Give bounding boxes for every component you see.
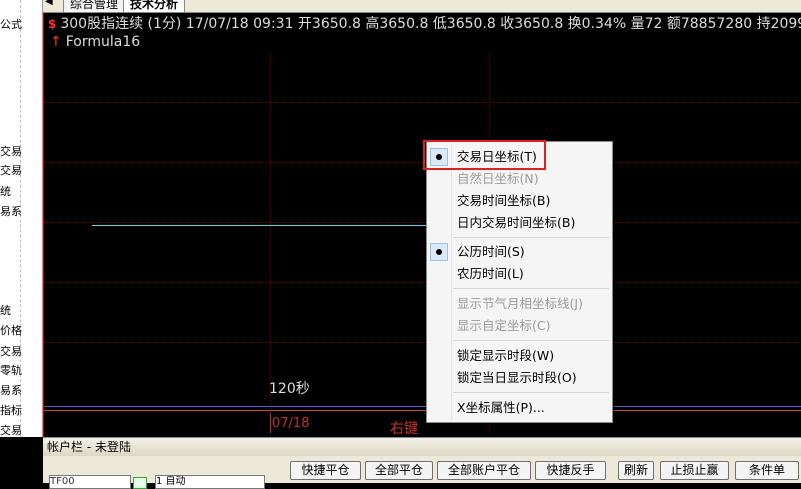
axis-line bbox=[44, 410, 801, 411]
menu-item-solar-term-lines[interactable]: 显示节气月相坐标线(J) bbox=[427, 294, 612, 314]
check-dot-icon bbox=[430, 243, 448, 261]
menu-item-lock-today-period[interactable]: 锁定当日显示时段(O) bbox=[427, 368, 612, 388]
grid-line bbox=[44, 102, 801, 103]
left-panel-item[interactable]: 统 bbox=[0, 183, 11, 199]
formula-name: Formula16 bbox=[65, 34, 141, 50]
account-panel-title: 帐户栏 - 未登陆 bbox=[43, 438, 801, 456]
menu-item-lunar-time[interactable]: 农历时间(L) bbox=[427, 264, 612, 284]
left-panel-item[interactable]: 易系 bbox=[0, 382, 22, 398]
tab-scroll-arrow-icon[interactable]: ◀ bbox=[45, 0, 53, 7]
menu-separator bbox=[453, 392, 609, 393]
left-panel-item[interactable]: 统 bbox=[0, 302, 11, 318]
close-all-button[interactable]: 全部平仓 bbox=[365, 461, 433, 480]
right-click-annotation: 右键 bbox=[390, 421, 418, 437]
left-panel-item[interactable]: 零轨 bbox=[0, 362, 22, 378]
menu-item-custom-axis[interactable]: 显示自定坐标(C) bbox=[427, 316, 612, 336]
left-panel-item[interactable]: 交易 bbox=[0, 422, 22, 437]
tab-comprehensive[interactable]: 综合管理 bbox=[63, 0, 126, 12]
close-all-accounts-button[interactable]: 全部账户平仓 bbox=[437, 461, 531, 480]
quick-reverse-button[interactable]: 快捷反手 bbox=[535, 461, 606, 480]
left-panel-item[interactable]: 易系 bbox=[0, 203, 22, 219]
highlight-box bbox=[423, 140, 546, 170]
menu-item-trading-time-axis[interactable]: 交易时间坐标(B) bbox=[427, 191, 612, 211]
left-panel-item[interactable]: 价格 bbox=[0, 322, 22, 338]
quote-bar: $300股指连续 (1分) 17/07/18 09:31 开3650.8 高36… bbox=[48, 15, 801, 33]
quantity-spinner[interactable]: 1 自动 bbox=[155, 475, 265, 489]
left-panel-item[interactable]: 指标 bbox=[0, 402, 22, 418]
menu-item-intraday-time-axis[interactable]: 日内交易时间坐标(B) bbox=[427, 213, 612, 233]
menu-separator bbox=[453, 288, 609, 289]
account-panel: 帐户栏 - 未登陆 TF00 1 自动 快捷平仓 全部平仓 全部账户平仓 快捷反… bbox=[43, 437, 801, 489]
refresh-button[interactable]: 刷新 bbox=[618, 461, 654, 480]
dollar-icon: $ bbox=[48, 17, 57, 31]
contract-input[interactable]: TF00 bbox=[49, 475, 131, 489]
chart-area[interactable]: $300股指连续 (1分) 17/07/18 09:31 开3650.8 高36… bbox=[43, 13, 801, 437]
menu-separator bbox=[453, 340, 609, 341]
grid-line bbox=[44, 222, 801, 223]
quick-close-button[interactable]: 快捷平仓 bbox=[290, 461, 361, 480]
grid-line bbox=[44, 342, 801, 343]
price-line bbox=[92, 225, 426, 226]
stop-loss-profit-button[interactable]: 止损止赢 bbox=[660, 461, 729, 480]
confirm-checkbox[interactable] bbox=[133, 477, 147, 489]
left-panel-item[interactable]: 交易 bbox=[0, 143, 22, 159]
menu-item-gregorian-time[interactable]: 公历时间(S) bbox=[427, 242, 612, 262]
menu-item-natural-day-axis[interactable]: 自然日坐标(N) bbox=[427, 169, 612, 189]
left-panel-item[interactable]: 交易 bbox=[0, 162, 22, 178]
grid-line bbox=[44, 282, 801, 283]
left-panel-item[interactable]: 交易 bbox=[0, 343, 22, 359]
formula-label[interactable]: ↑ Formula16 bbox=[50, 34, 140, 50]
date-tick bbox=[270, 413, 271, 433]
menu-separator bbox=[453, 237, 609, 238]
left-formula-panel: 公式 交易 交易 统 易系 统 价格 交易 零轨 易系 指标 交易 率对 指指 bbox=[0, 0, 43, 437]
arrow-up-icon: ↑ bbox=[50, 34, 62, 50]
x-axis-date-label: 07/18 bbox=[272, 416, 310, 431]
tab-bar: ◀ 综合管理 技术分析 bbox=[43, 0, 801, 13]
grid-line bbox=[270, 53, 271, 433]
menu-item-lock-period[interactable]: 锁定显示时段(W) bbox=[427, 346, 612, 366]
quote-text: 300股指连续 (1分) 17/07/18 09:31 开3650.8 高365… bbox=[60, 16, 801, 32]
x-axis-context-menu: 交易日坐标(T) 自然日坐标(N) 交易时间坐标(B) 日内交易时间坐标(B) … bbox=[426, 141, 613, 423]
tab-technical-analysis[interactable]: 技术分析 bbox=[123, 0, 186, 12]
x-axis-interval-label: 120秒 bbox=[269, 381, 310, 397]
axis-line bbox=[44, 406, 801, 407]
left-panel-item[interactable]: 公式 bbox=[0, 16, 22, 32]
conditional-order-button[interactable]: 条件单 bbox=[735, 461, 799, 480]
menu-item-x-axis-properties[interactable]: X坐标属性(P)... bbox=[427, 398, 612, 418]
